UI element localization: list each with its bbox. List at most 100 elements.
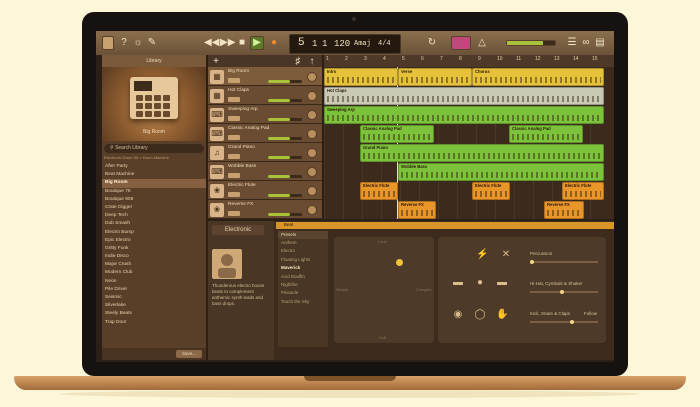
region[interactable]: Grand Piano (360, 144, 604, 162)
clap-icon[interactable]: ✋ (496, 309, 508, 321)
track-header[interactable]: ❀ Electric Flute (208, 181, 322, 200)
track-name[interactable]: Electric Flute (228, 183, 256, 188)
preset-item[interactable]: Anthem (278, 239, 328, 247)
region[interactable]: Reverse FX (544, 201, 584, 219)
track-pan-knob[interactable] (307, 148, 317, 158)
library-item[interactable]: Major Crush (102, 261, 206, 269)
region[interactable]: Classic Analog Pad (509, 125, 583, 143)
library-item[interactable]: Indie Disco (102, 253, 206, 261)
track-mute-solo[interactable] (228, 116, 240, 121)
track-volume-slider[interactable] (268, 99, 302, 102)
slider-percussion[interactable] (530, 260, 598, 264)
region[interactable]: Electric Flute (472, 182, 510, 200)
track-header[interactable]: ⌨ Classic Analog Pad (208, 124, 322, 143)
library-item[interactable]: Pile Driver (102, 286, 206, 294)
smart-controls-icon[interactable]: ☼ (132, 36, 144, 49)
slider-kick[interactable] (530, 320, 598, 324)
track-volume-slider[interactable] (268, 194, 302, 197)
track-volume-slider[interactable] (268, 137, 302, 140)
library-item[interactable]: Neon (102, 278, 206, 286)
preset-item[interactable]: Nightfire (278, 281, 328, 289)
region[interactable]: Classic Analog Pad (360, 125, 434, 143)
region[interactable]: Electric Flute (360, 182, 398, 200)
library-search-input[interactable]: ⚲ Search Library (104, 144, 204, 153)
track-mute-solo[interactable] (228, 135, 240, 140)
track-mute-solo[interactable] (228, 78, 240, 83)
region[interactable]: Wobble Bass (398, 163, 604, 181)
track-header[interactable]: ♫ Grand Piano (208, 143, 322, 162)
rewind-icon[interactable]: ◀◀ (204, 36, 219, 49)
metronome-icon[interactable]: △ (476, 36, 488, 49)
stop-icon[interactable]: ■ (236, 36, 248, 49)
library-save-button[interactable]: Save... (176, 350, 202, 358)
library-item[interactable]: After Party (102, 163, 206, 171)
preset-item[interactable]: Electro (278, 247, 328, 255)
hihat-icon[interactable]: ▬ (496, 277, 508, 289)
track-mute-solo[interactable] (228, 154, 240, 159)
editors-icon[interactable]: ✎ (146, 36, 158, 49)
track-pan-knob[interactable] (307, 129, 317, 139)
library-item[interactable]: Modern Club (102, 269, 206, 277)
region[interactable]: Chorus (472, 68, 604, 86)
library-item[interactable]: Steely Beats (102, 310, 206, 318)
library-item[interactable]: Boutique 78 (102, 188, 206, 196)
track-name[interactable]: Big Room (228, 69, 249, 74)
lcd-display[interactable]: 5 1 1 120 Amaj 4/4 (289, 34, 401, 54)
library-item[interactable]: Trap Door (102, 319, 206, 327)
library-item[interactable]: Silverlake (102, 302, 206, 310)
library-item[interactable]: Gritty Funk (102, 245, 206, 253)
track-header[interactable]: ⌨ Wobble Bass (208, 162, 322, 181)
media-browser-icon[interactable]: ▤ (594, 36, 606, 49)
percussion-icon[interactable]: ⚡ (476, 249, 488, 261)
track-mute-solo[interactable] (228, 173, 240, 178)
track-volume-slider[interactable] (268, 175, 302, 178)
preset-item[interactable]: Acid Bouffin (278, 273, 328, 281)
tuner-button[interactable] (451, 36, 471, 50)
track-name[interactable]: Classic Analog Pad (228, 126, 269, 131)
track-volume-slider[interactable] (268, 213, 302, 216)
track-pan-knob[interactable] (307, 167, 317, 177)
xy-pad[interactable]: Loud Soft Simple Complex (334, 237, 434, 343)
region[interactable]: Reverse FX (398, 201, 436, 219)
preset-item[interactable]: Floating Lights (278, 256, 328, 264)
maraca-icon[interactable]: ● (474, 277, 486, 289)
region[interactable]: Hot Claps (324, 87, 604, 105)
track-mute-solo[interactable] (228, 211, 240, 216)
preset-item[interactable]: Maverick (278, 264, 328, 272)
track-name[interactable]: Reverse FX (228, 202, 253, 207)
preset-item[interactable]: Touch the Sky (278, 298, 328, 306)
library-item[interactable]: Seismic (102, 294, 206, 302)
library-toggle-button[interactable] (102, 36, 114, 50)
track-volume-slider[interactable] (268, 156, 302, 159)
library-item[interactable]: Beat Machine (102, 171, 206, 179)
help-icon[interactable]: ? (118, 36, 130, 49)
track-header[interactable]: ⌨ Sweeping Arp (208, 105, 322, 124)
preset-item[interactable]: Pinnacle (278, 289, 328, 297)
xy-pad-puck[interactable] (396, 259, 403, 266)
region[interactable]: Sweeping Arp (324, 106, 604, 124)
track-header[interactable]: ▦ Big Room (208, 67, 322, 86)
track-pan-knob[interactable] (307, 205, 317, 215)
record-icon[interactable]: ● (268, 36, 280, 49)
timeline-ruler[interactable]: 1 2 3 4 5 6 7 8 9 10 11 12 13 14 15 (324, 55, 614, 67)
track-header[interactable]: ❀ Reverse FX (208, 200, 322, 219)
region[interactable]: Intro (324, 68, 398, 86)
loop-browser-icon[interactable]: ∞ (580, 36, 592, 49)
arrange-area[interactable]: Intro Verse Chorus Hot Claps Sweeping Arp Cla… (324, 67, 614, 219)
track-volume-slider[interactable] (268, 118, 302, 121)
library-breadcrumb[interactable]: Electronic Drum Kit > Drum Machine (104, 155, 204, 160)
track-pan-knob[interactable] (307, 186, 317, 196)
track-name[interactable]: Hot Claps (228, 88, 249, 93)
track-name[interactable]: Sweeping Arp (228, 107, 258, 112)
notepad-icon[interactable]: ☰ (566, 36, 578, 49)
cycle-icon[interactable]: ↻ (426, 36, 438, 49)
region[interactable]: Verse (398, 68, 472, 86)
track-mute-solo[interactable] (228, 192, 240, 197)
track-header[interactable]: ▦ Hot Claps (208, 86, 322, 105)
track-mute-solo[interactable] (228, 97, 240, 102)
library-item[interactable]: Crate Digger (102, 204, 206, 212)
library-item[interactable]: Dub Smash (102, 220, 206, 228)
cymbal-icon[interactable]: ▬ (452, 277, 464, 289)
track-name[interactable]: Grand Piano (228, 145, 255, 150)
library-item[interactable]: Boutique 808 (102, 196, 206, 204)
